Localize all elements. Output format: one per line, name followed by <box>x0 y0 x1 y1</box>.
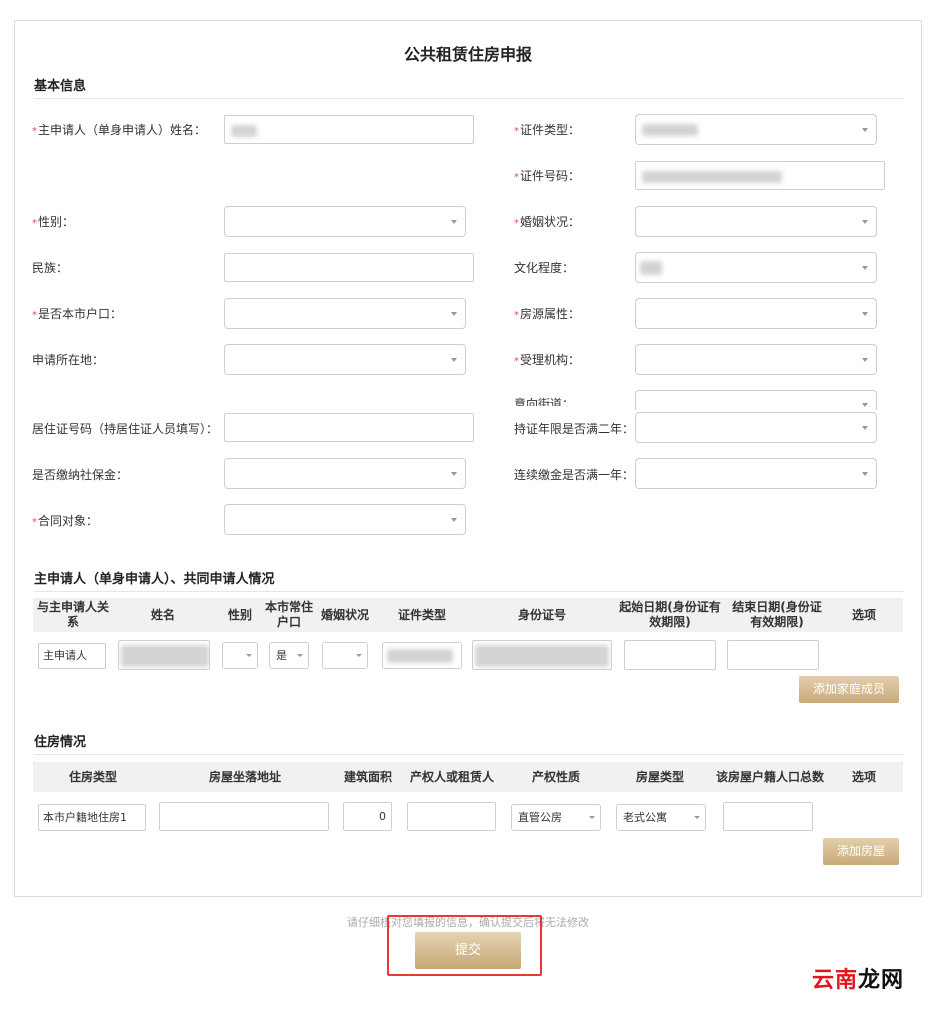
education-select[interactable] <box>635 252 877 283</box>
housing-attr-label: *房源属性： <box>514 307 581 321</box>
section-family-title: 主申请人（单身申请人）、共同申请人情况 <box>34 572 275 587</box>
residence-permit-label: 居住证号码（持居住证人员填写）： <box>32 422 219 436</box>
household-population-input[interactable] <box>723 802 813 831</box>
member-start-date-input[interactable] <box>624 640 716 670</box>
family-th-start-date: 起始日期(身份证有效期限) <box>619 600 721 629</box>
chevron-down-icon <box>862 471 868 476</box>
id-number-input[interactable] <box>635 161 885 190</box>
education-label: 文化程度： <box>514 261 575 275</box>
name-input[interactable] <box>224 115 474 144</box>
contract-label: *合同对象： <box>32 514 99 528</box>
housing-owner-input[interactable] <box>407 802 496 831</box>
section-divider <box>34 98 904 99</box>
member-hukou-select[interactable]: 是 <box>269 642 309 669</box>
chevron-down-icon <box>246 653 252 657</box>
add-house-button[interactable]: 添加房屋 <box>823 838 899 865</box>
family-th-name: 姓名 <box>150 608 175 622</box>
agency-label: *受理机构： <box>514 353 581 367</box>
marital-select[interactable] <box>635 206 877 237</box>
housing-type-input[interactable]: 本市户籍地住房1 <box>38 804 146 831</box>
housing-th-address: 房屋坐落地址 <box>208 770 281 784</box>
id-type-label: *证件类型： <box>514 123 581 137</box>
section-divider <box>34 754 904 755</box>
housing-address-input[interactable] <box>159 802 329 831</box>
chevron-down-icon <box>451 471 457 476</box>
housing-th-area: 建筑面积 <box>343 770 392 784</box>
chevron-down-icon <box>862 311 868 316</box>
agency-select[interactable] <box>635 344 877 375</box>
housing-th-owner: 产权人或租赁人 <box>409 770 494 784</box>
chevron-down-icon <box>589 815 595 819</box>
chevron-down-icon <box>862 357 868 362</box>
street-select[interactable] <box>635 390 877 410</box>
gender-select[interactable] <box>224 206 466 237</box>
section-basic-title: 基本信息 <box>34 79 87 94</box>
member-id-type-select[interactable] <box>382 642 462 669</box>
chevron-down-icon <box>297 653 303 657</box>
social-security-select[interactable] <box>224 458 466 489</box>
housing-th-property-nature: 产权性质 <box>531 770 580 784</box>
housing-area-input[interactable]: 0 <box>343 802 392 831</box>
residence-permit-input[interactable] <box>224 413 474 442</box>
chevron-down-icon <box>451 517 457 522</box>
housing-th-options: 选项 <box>851 770 876 784</box>
chevron-down-icon <box>862 265 868 270</box>
page-title: 公共租赁住房申报 <box>403 45 532 64</box>
submit-button[interactable]: 提交 <box>415 932 521 969</box>
relation-input[interactable]: 主申请人 <box>38 643 106 669</box>
chevron-down-icon <box>862 219 868 224</box>
name-label: *主申请人（单身申请人）姓名： <box>32 123 207 137</box>
id-type-select[interactable] <box>635 114 877 145</box>
property-nature-select[interactable]: 直管公房 <box>511 804 601 831</box>
family-th-options: 选项 <box>851 608 876 622</box>
gender-label: *性别： <box>32 215 75 229</box>
watermark-logo: 云南龙网 <box>812 968 905 993</box>
permit-years-select[interactable] <box>635 412 877 443</box>
housing-th-house-type: 房屋类型 <box>635 770 684 784</box>
chevron-down-icon <box>451 357 457 362</box>
street-label: 意向街道： <box>514 397 575 406</box>
family-th-id-number: 身份证号 <box>517 608 566 622</box>
social-security-label: 是否缴纳社保金： <box>32 468 129 482</box>
location-label: 申请所在地： <box>32 353 105 367</box>
family-th-end-date: 结束日期(身份证有效期限) <box>732 600 822 629</box>
family-th-id-type: 证件类型 <box>397 608 446 622</box>
section-divider <box>34 591 904 592</box>
local-hukou-select[interactable] <box>224 298 466 329</box>
contract-select[interactable] <box>224 504 466 535</box>
chevron-down-icon <box>694 815 700 819</box>
location-select[interactable] <box>224 344 466 375</box>
fund-year-label: 连续缴金是否满一年： <box>514 468 635 482</box>
housing-th-population: 该房屋户籍人口总数 <box>715 770 824 784</box>
chevron-down-icon <box>356 653 362 657</box>
member-marital-select[interactable] <box>322 642 368 669</box>
housing-attr-select[interactable] <box>635 298 877 329</box>
chevron-down-icon <box>862 425 868 430</box>
id-number-label: *证件号码： <box>514 169 581 183</box>
family-th-marital: 婚姻状况 <box>320 608 369 622</box>
family-th-hukou: 本市常住户口 <box>264 600 313 629</box>
add-family-member-button[interactable]: 添加家庭成员 <box>799 676 899 703</box>
chevron-down-icon <box>862 127 868 132</box>
family-th-relation: 与主申请人关系 <box>36 600 109 629</box>
fund-year-select[interactable] <box>635 458 877 489</box>
member-end-date-input[interactable] <box>727 640 819 670</box>
ethnicity-input[interactable] <box>224 253 474 282</box>
member-id-number-input[interactable] <box>472 640 612 670</box>
house-type-select[interactable]: 老式公寓 <box>616 804 706 831</box>
family-th-gender: 性别 <box>227 608 252 622</box>
ethnicity-label: 民族： <box>32 261 69 275</box>
chevron-down-icon <box>862 403 868 407</box>
member-gender-select[interactable] <box>222 642 258 669</box>
marital-label: *婚姻状况： <box>514 215 581 229</box>
housing-th-type: 住房类型 <box>68 770 117 784</box>
chevron-down-icon <box>451 311 457 316</box>
permit-years-label: 持证年限是否满二年： <box>514 422 635 436</box>
section-housing-title: 住房情况 <box>34 735 87 750</box>
chevron-down-icon <box>451 219 457 224</box>
member-name-input[interactable] <box>118 640 210 670</box>
local-hukou-label: *是否本市户口： <box>32 307 123 321</box>
